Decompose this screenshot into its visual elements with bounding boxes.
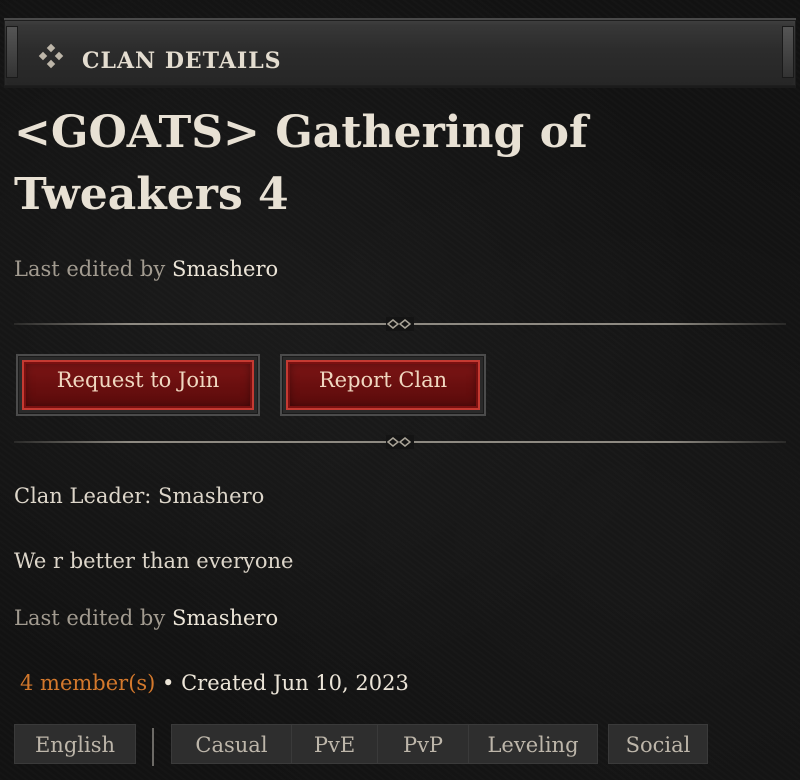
- last-edited-user: Smashero: [171, 257, 279, 281]
- divider-ornament-icon: [386, 435, 414, 449]
- header-cap-right: [782, 26, 794, 78]
- header-cap-left: [6, 26, 18, 78]
- header-title: CLAN DETAILS: [82, 48, 282, 74]
- clan-leader: Clan Leader: Smashero: [14, 484, 265, 508]
- tag-casual: Casual: [171, 724, 292, 764]
- clan-description: We r better than everyone: [14, 549, 294, 573]
- report-clan-label: Report Clan: [318, 368, 448, 392]
- tag-language: English: [14, 724, 136, 764]
- last-edited-prefix: Last edited by: [14, 257, 166, 281]
- tag-social: Social: [608, 724, 708, 764]
- clan-details-panel: CLAN DETAILS <GOATS> Gathering of Tweake…: [0, 0, 800, 780]
- member-count-link[interactable]: 4 member(s): [20, 671, 155, 695]
- created-date: • Created Jun 10, 2023: [155, 671, 409, 695]
- tag-leveling: Leveling: [468, 724, 598, 764]
- tag-pve: PvE: [291, 724, 378, 764]
- header-bar: CLAN DETAILS: [4, 18, 796, 88]
- last-edited-line: Last edited by Smashero: [14, 259, 278, 280]
- clan-name: <GOATS> Gathering of Tweakers 4: [14, 107, 588, 220]
- last-edited-user: Smashero: [171, 606, 279, 630]
- report-clan-button[interactable]: Report Clan: [280, 354, 486, 416]
- divider-bottom: [14, 435, 786, 449]
- description-last-edited-line: Last edited by Smashero: [14, 608, 278, 629]
- request-to-join-label: Request to Join: [56, 368, 220, 392]
- request-to-join-button[interactable]: Request to Join: [16, 354, 260, 416]
- last-edited-prefix: Last edited by: [14, 606, 166, 630]
- diamond-cluster-icon: [38, 43, 64, 69]
- divider-top: [14, 317, 786, 331]
- tag-separator: [152, 728, 154, 766]
- clan-meta: 4 member(s) • Created Jun 10, 2023: [20, 673, 409, 694]
- tag-pvp: PvP: [377, 724, 469, 764]
- divider-ornament-icon: [386, 317, 414, 331]
